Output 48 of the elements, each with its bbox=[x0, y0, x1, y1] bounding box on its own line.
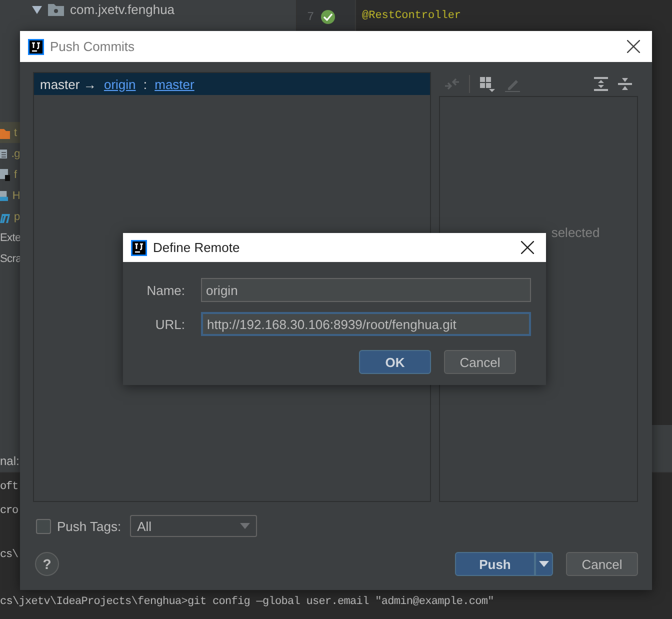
push-options-button[interactable] bbox=[535, 552, 553, 576]
empty-state-text: selected bbox=[551, 225, 600, 240]
remote-link[interactable]: origin bbox=[104, 76, 136, 92]
push-button[interactable]: Push bbox=[455, 552, 535, 576]
tree-item[interactable]: f bbox=[14, 168, 17, 180]
window-title: Define Remote bbox=[153, 240, 240, 255]
app-logo-icon bbox=[28, 38, 44, 54]
dropdown-arrow-icon bbox=[240, 523, 250, 529]
text-field[interactable]: http://192.168.30.106:8939/root/fenghua.git bbox=[201, 312, 531, 336]
close-icon[interactable] bbox=[521, 241, 534, 254]
tree-item[interactable]: Exte bbox=[0, 232, 21, 244]
terminal-command: cs\jxetv\IdeaProjects\fenghua>git config —global user.email "admin@example.com" bbox=[0, 596, 494, 608]
tree-item[interactable]: .g bbox=[11, 148, 20, 160]
caret-icon bbox=[539, 561, 549, 567]
tree-item[interactable]: H bbox=[12, 190, 20, 202]
expand-all-icon[interactable] bbox=[594, 77, 608, 91]
checkbox-label[interactable]: Push Tags: bbox=[57, 518, 122, 534]
script-file-icon bbox=[0, 168, 10, 180]
tree-item[interactable]: com.jxetv.fenghua bbox=[70, 2, 175, 17]
folder-icon bbox=[48, 3, 64, 16]
checkbox[interactable] bbox=[36, 518, 51, 534]
tree-item[interactable]: p bbox=[14, 210, 20, 222]
code-annotation: @RestController bbox=[362, 10, 462, 22]
terminal-line: cs\ bbox=[0, 549, 20, 563]
branch-link[interactable]: master bbox=[154, 76, 194, 92]
text-field[interactable]: origin bbox=[201, 278, 531, 302]
tags-dropdown[interactable]: All bbox=[130, 515, 258, 537]
tree-item[interactable]: t bbox=[14, 126, 17, 138]
expand-arrow-icon[interactable] bbox=[32, 6, 42, 14]
cancel-button[interactable]: Cancel bbox=[444, 350, 516, 374]
folder-icon bbox=[0, 126, 10, 138]
help-button[interactable]: ? bbox=[35, 552, 59, 576]
spring-bean-icon[interactable] bbox=[321, 10, 335, 24]
ok-button[interactable]: OK bbox=[359, 350, 431, 374]
terminal-line: cro bbox=[0, 505, 20, 519]
field-label: URL: bbox=[154, 316, 185, 332]
collapse-all-icon[interactable] bbox=[618, 77, 632, 91]
field-label: Name: bbox=[146, 282, 185, 298]
branch-row[interactable]: master → origin : master bbox=[34, 73, 430, 95]
selected-row[interactable]: t bbox=[0, 122, 20, 143]
window-title: Push Commits bbox=[50, 39, 135, 54]
terminal-tab[interactable]: nal: bbox=[0, 454, 20, 468]
html-file-icon bbox=[0, 190, 8, 202]
app-logo-icon bbox=[131, 240, 147, 256]
close-icon[interactable] bbox=[627, 40, 640, 53]
cancel-button[interactable]: Cancel bbox=[566, 552, 638, 576]
terminal-line: oft bbox=[0, 481, 20, 495]
group-by-icon[interactable] bbox=[480, 76, 496, 92]
